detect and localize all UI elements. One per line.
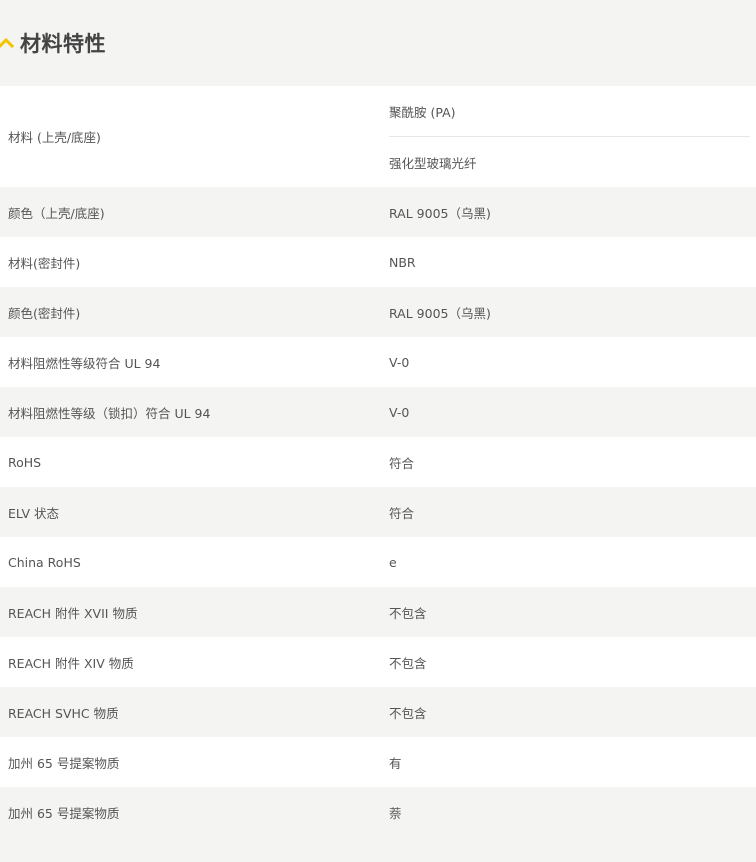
table-row: ELV 状态 符合 xyxy=(0,487,756,537)
spec-label: REACH 附件 XVII 物质 xyxy=(8,605,138,621)
spec-label: REACH SVHC 物质 xyxy=(8,705,119,721)
multi-value-list: 聚酰胺 (PA) 强化型玻璃光纤 xyxy=(389,86,750,187)
spec-label: RoHS xyxy=(8,454,42,470)
spec-value-line: 聚酰胺 (PA) xyxy=(389,104,456,120)
spec-value: 不包含 xyxy=(389,705,427,721)
table-row: 颜色(密封件) RAL 9005（乌黑) xyxy=(0,287,756,337)
spec-value: V-0 xyxy=(389,404,410,420)
section-title: 材料特性 xyxy=(20,32,106,56)
spec-value: e xyxy=(389,554,397,570)
spec-value: 符合 xyxy=(389,455,415,471)
table-row: 加州 65 号提案物质 有 xyxy=(0,737,756,787)
table-row: 加州 65 号提案物质 萘 xyxy=(0,787,756,837)
spec-value: 聚酰胺 (PA) 强化型玻璃光纤 xyxy=(389,86,756,187)
spec-label: 材料 (上壳/底座) xyxy=(8,130,101,145)
spec-label: 材料阻燃性等级（锁扣）符合 UL 94 xyxy=(8,405,211,421)
table-row: China RoHS e xyxy=(0,537,756,587)
section-header-toggle[interactable]: 材料特性 xyxy=(0,0,756,86)
spec-value: 萘 xyxy=(389,805,402,821)
spec-label: 加州 65 号提案物质 xyxy=(8,805,120,821)
spec-label: 颜色(密封件) xyxy=(8,305,81,321)
spec-label: 材料(密封件) xyxy=(8,255,81,271)
spec-value: 有 xyxy=(389,755,402,771)
spec-label: REACH 附件 XIV 物质 xyxy=(8,655,134,671)
spec-label: 材料阻燃性等级符合 UL 94 xyxy=(8,355,161,371)
spec-value: 符合 xyxy=(389,505,415,521)
spec-table: 材料 (上壳/底座) 聚酰胺 (PA) 强化型玻璃光纤 颜色（上壳/底座) RA… xyxy=(0,86,756,837)
table-row: REACH 附件 XIV 物质 不包含 xyxy=(0,637,756,687)
table-row: RoHS 符合 xyxy=(0,437,756,487)
spec-value: NBR xyxy=(389,254,416,270)
chevron-up-icon xyxy=(0,37,14,49)
material-properties-panel: 材料特性 材料 (上壳/底座) 聚酰胺 (PA) 强化型玻璃光纤 颜色（上壳/底… xyxy=(0,0,756,862)
table-row: 材料(密封件) NBR xyxy=(0,237,756,287)
spec-label: ELV 状态 xyxy=(8,505,60,521)
spec-value: RAL 9005（乌黑) xyxy=(389,305,491,321)
table-row: 材料阻燃性等级（锁扣）符合 UL 94 V-0 xyxy=(0,387,756,437)
spec-label: 颜色（上壳/底座) xyxy=(8,205,105,221)
spec-value: 不包含 xyxy=(389,655,427,671)
spec-value: RAL 9005（乌黑) xyxy=(389,205,491,221)
spec-value: 不包含 xyxy=(389,605,427,621)
table-row: 材料 (上壳/底座) 聚酰胺 (PA) 强化型玻璃光纤 xyxy=(0,86,756,187)
table-row: 颜色（上壳/底座) RAL 9005（乌黑) xyxy=(0,187,756,237)
table-row: 材料阻燃性等级符合 UL 94 V-0 xyxy=(0,337,756,387)
table-row: REACH SVHC 物质 不包含 xyxy=(0,687,756,737)
spec-value-line: 强化型玻璃光纤 xyxy=(389,136,750,187)
table-row: REACH 附件 XVII 物质 不包含 xyxy=(0,587,756,637)
spec-label: China RoHS xyxy=(8,554,81,570)
spec-label: 加州 65 号提案物质 xyxy=(8,755,120,771)
spec-value: V-0 xyxy=(389,354,410,370)
